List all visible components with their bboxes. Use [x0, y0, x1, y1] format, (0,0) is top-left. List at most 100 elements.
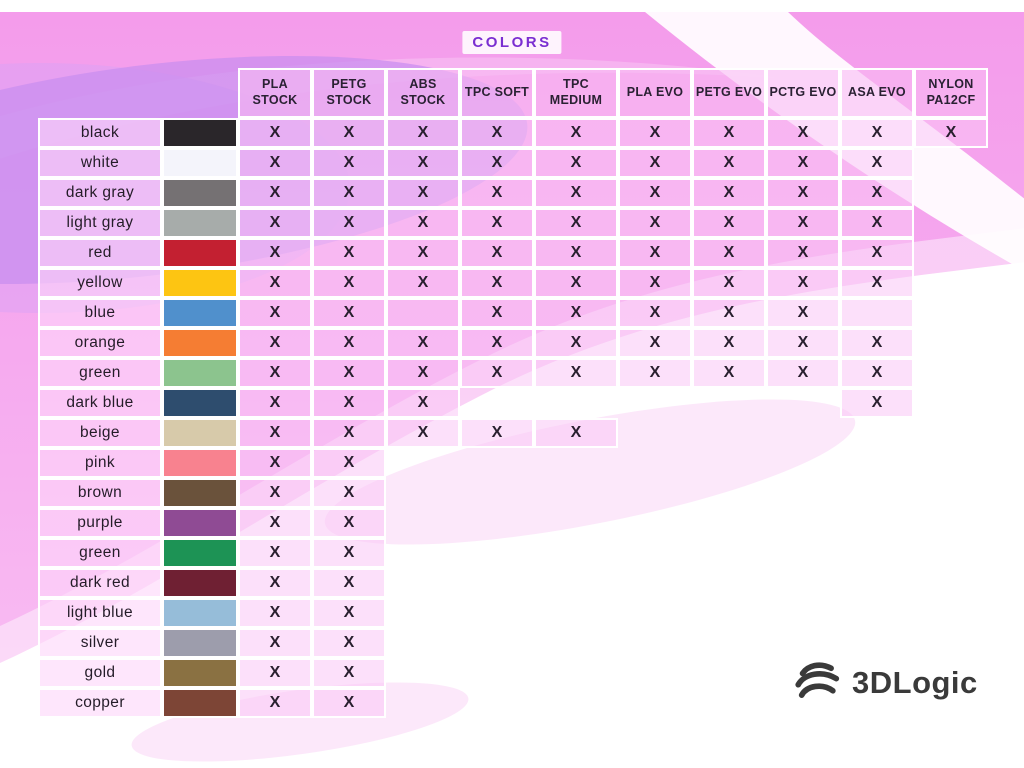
availability-white-pla-evo: X	[618, 148, 692, 178]
availability-dark-gray-pla-stock: X	[238, 178, 312, 208]
availability-red-pla-evo: X	[618, 238, 692, 268]
availability-light-gray-pctg-evo: X	[766, 208, 840, 238]
availability-yellow-tpc-soft: X	[460, 268, 534, 298]
color-swatch-blue	[162, 298, 238, 328]
availability-light-blue-pla-stock: X	[238, 598, 312, 628]
table-row-light-gray: light grayXXXXXXXXX	[38, 208, 988, 238]
availability-orange-tpc-soft: X	[460, 328, 534, 358]
availability-yellow-pla-stock: X	[238, 268, 312, 298]
availability-white-petg-stock: X	[312, 148, 386, 178]
3dlogic-swirl-icon	[793, 659, 845, 707]
availability-light-gray-pla-stock: X	[238, 208, 312, 238]
column-header-tpc-medium: TPC MEDIUM	[534, 68, 618, 118]
availability-purple-pla-stock: X	[238, 508, 312, 538]
availability-beige-tpc-soft: X	[460, 418, 534, 448]
brand-logo-text: 3DLogic	[852, 665, 978, 701]
availability-brown-petg-stock: X	[312, 478, 386, 508]
availability-white-abs-stock: X	[386, 148, 460, 178]
availability-red-petg-stock: X	[312, 238, 386, 268]
availability-light-gray-asa-evo: X	[840, 208, 914, 238]
header-spacer	[38, 68, 238, 118]
table-row-green: greenXX	[38, 538, 988, 568]
availability-dark-gray-asa-evo: X	[840, 178, 914, 208]
availability-dark-gray-petg-stock: X	[312, 178, 386, 208]
availability-orange-tpc-medium: X	[534, 328, 618, 358]
availability-green-petg-stock: X	[312, 358, 386, 388]
color-swatch-purple	[162, 508, 238, 538]
availability-red-asa-evo: X	[840, 238, 914, 268]
availability-red-tpc-medium: X	[534, 238, 618, 268]
availability-red-abs-stock: X	[386, 238, 460, 268]
color-swatch-dark-blue	[162, 388, 238, 418]
color-label-green: green	[38, 358, 162, 388]
color-swatch-green	[162, 538, 238, 568]
availability-black-pla-evo: X	[618, 118, 692, 148]
color-label-black: black	[38, 118, 162, 148]
availability-light-gray-tpc-medium: X	[534, 208, 618, 238]
availability-black-tpc-soft: X	[460, 118, 534, 148]
availability-light-gray-abs-stock: X	[386, 208, 460, 238]
availability-orange-petg-stock: X	[312, 328, 386, 358]
column-header-pla-stock: PLA STOCK	[238, 68, 312, 118]
availability-orange-pla-stock: X	[238, 328, 312, 358]
availability-pink-pla-stock: X	[238, 448, 312, 478]
table-row-purple: purpleXX	[38, 508, 988, 538]
availability-gold-petg-stock: X	[312, 658, 386, 688]
color-swatch-orange	[162, 328, 238, 358]
availability-orange-asa-evo: X	[840, 328, 914, 358]
availability-light-gray-petg-evo: X	[692, 208, 766, 238]
color-swatch-yellow	[162, 268, 238, 298]
availability-dark-gray-pctg-evo: X	[766, 178, 840, 208]
color-swatch-dark-red	[162, 568, 238, 598]
availability-green-pla-stock: X	[238, 358, 312, 388]
availability-gold-pla-stock: X	[238, 658, 312, 688]
availability-green-petg-stock: X	[312, 538, 386, 568]
table-row-dark-red: dark redXX	[38, 568, 988, 598]
availability-red-tpc-soft: X	[460, 238, 534, 268]
availability-dark-gray-abs-stock: X	[386, 178, 460, 208]
column-header-petg-evo: PETG EVO	[692, 68, 766, 118]
availability-blue-petg-evo: X	[692, 298, 766, 328]
table-row-red: redXXXXXXXXX	[38, 238, 988, 268]
availability-white-petg-evo: X	[692, 148, 766, 178]
table-row-beige: beigeXXXXX	[38, 418, 988, 448]
availability-beige-abs-stock: X	[386, 418, 460, 448]
color-swatch-beige	[162, 418, 238, 448]
availability-red-pctg-evo: X	[766, 238, 840, 268]
column-header-pla-evo: PLA EVO	[618, 68, 692, 118]
availability-blue-petg-stock: X	[312, 298, 386, 328]
table-row-blue: blueXXXXXXX	[38, 298, 988, 328]
color-label-beige: beige	[38, 418, 162, 448]
color-label-purple: purple	[38, 508, 162, 538]
table-row-pink: pinkXX	[38, 448, 988, 478]
header-row: PLA STOCKPETG STOCKABS STOCKTPC SOFTTPC …	[38, 68, 988, 118]
availability-black-petg-stock: X	[312, 118, 386, 148]
table-row-light-blue: light blueXX	[38, 598, 988, 628]
color-swatch-light-gray	[162, 208, 238, 238]
availability-blue-pla-evo: X	[618, 298, 692, 328]
color-label-dark-gray: dark gray	[38, 178, 162, 208]
availability-dark-red-pla-stock: X	[238, 568, 312, 598]
availability-black-tpc-medium: X	[534, 118, 618, 148]
table-row-white: whiteXXXXXXXXX	[38, 148, 988, 178]
availability-yellow-pla-evo: X	[618, 268, 692, 298]
availability-orange-abs-stock: X	[386, 328, 460, 358]
availability-black-pla-stock: X	[238, 118, 312, 148]
availability-black-asa-evo: X	[840, 118, 914, 148]
availability-light-gray-tpc-soft: X	[460, 208, 534, 238]
color-label-red: red	[38, 238, 162, 268]
availability-beige-petg-stock: X	[312, 418, 386, 448]
availability-orange-pctg-evo: X	[766, 328, 840, 358]
color-swatch-red	[162, 238, 238, 268]
availability-dark-blue-abs-stock: X	[386, 388, 460, 418]
availability-white-pctg-evo: X	[766, 148, 840, 178]
color-swatch-copper	[162, 688, 238, 718]
availability-silver-pla-stock: X	[238, 628, 312, 658]
availability-black-nylon-pa12cf: X	[914, 118, 988, 148]
availability-black-pctg-evo: X	[766, 118, 840, 148]
availability-brown-pla-stock: X	[238, 478, 312, 508]
availability-green-petg-evo: X	[692, 358, 766, 388]
color-label-dark-red: dark red	[38, 568, 162, 598]
availability-yellow-tpc-medium: X	[534, 268, 618, 298]
availability-white-tpc-medium: X	[534, 148, 618, 178]
